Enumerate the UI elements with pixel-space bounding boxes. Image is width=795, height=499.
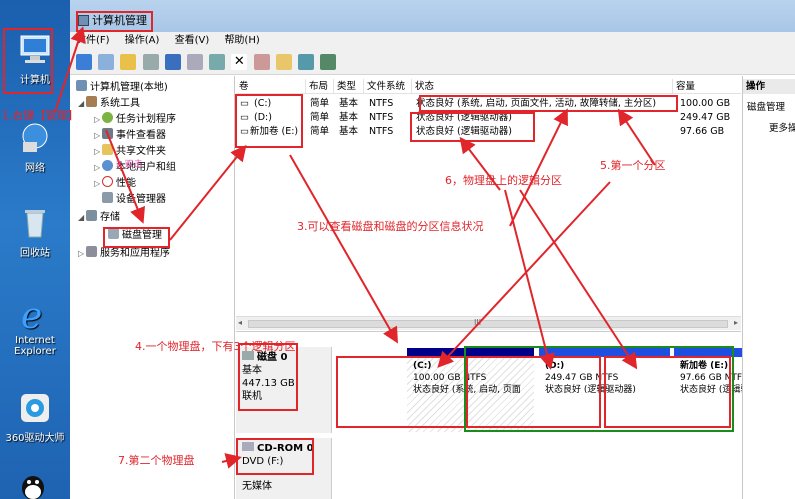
annotation-step6: 6，物理盘上的逻辑分区 bbox=[445, 174, 562, 187]
annotation-arrows bbox=[54, 26, 656, 469]
arrow-step1 bbox=[54, 26, 86, 113]
annotation-step2: 2.双击 bbox=[116, 160, 143, 170]
arrow-step3 bbox=[289, 154, 398, 344]
annotation-step1: 1.右键【管理】 bbox=[2, 109, 79, 122]
annotation-step5: 5.第一个分区 bbox=[600, 159, 666, 172]
arrow-step2 bbox=[105, 129, 145, 224]
annotation-step4: 4.一个物理盘，下有3个逻辑分区 bbox=[135, 340, 296, 353]
annotation-step7: 7.第二个物理盘 bbox=[118, 454, 195, 467]
arrow-step6-d bbox=[504, 189, 555, 370]
arrow-step3-status bbox=[509, 108, 568, 227]
arrow-to-volumes bbox=[169, 144, 247, 241]
arrow-step5-partition bbox=[437, 181, 611, 368]
annotation-step3: 3.可以查看磁盘和磁盘的分区信息状况 bbox=[297, 220, 484, 233]
arrow-step7 bbox=[221, 453, 242, 469]
